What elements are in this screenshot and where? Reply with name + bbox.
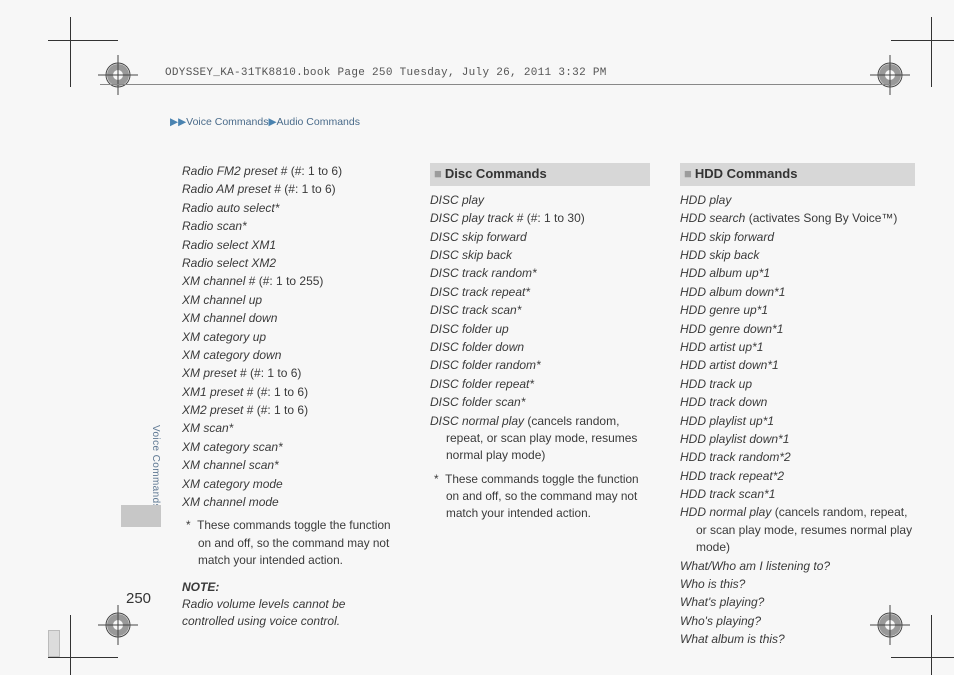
side-section-label: Voice Commands: [150, 425, 161, 509]
command-list: DISC playDISC play track # (#: 1 to 30) D…: [430, 192, 650, 465]
command-item: What's playing?: [680, 594, 915, 611]
header-rule: [100, 84, 890, 85]
command-item: XM channel up: [182, 292, 400, 309]
page-number: 250: [126, 590, 151, 607]
command-item: Radio FM2 preset # (#: 1 to 6): [182, 163, 400, 180]
command-item: HDD play: [680, 192, 915, 209]
footnote: * These commands toggle the function on …: [182, 517, 400, 568]
document-page: ODYSSEY_KA-31TK8810.book Page 250 Tuesda…: [0, 0, 954, 675]
breadcrumb-item: Voice Commands: [186, 116, 268, 128]
command-item: Radio select XM2: [182, 255, 400, 272]
section-heading: ■Disc Commands: [430, 163, 650, 186]
command-item: XM category down: [182, 347, 400, 364]
command-item: Radio AM preset # (#: 1 to 6): [182, 181, 400, 198]
command-item: Who is this?: [680, 576, 915, 593]
command-item: XM channel mode: [182, 494, 400, 511]
breadcrumb: ▶▶Voice Commands▶Audio Commands: [170, 116, 360, 128]
command-item: DISC skip forward: [430, 229, 650, 246]
command-item: Who's playing?: [680, 613, 915, 630]
registration-mark-icon: [98, 605, 138, 645]
command-item: HDD genre up*1: [680, 302, 915, 319]
command-item: DISC track random*: [430, 265, 650, 282]
command-item: DISC skip back: [430, 247, 650, 264]
crop-line: [891, 657, 954, 658]
content-columns: Radio FM2 preset # (#: 1 to 6)Radio AM p…: [182, 163, 915, 650]
command-item: DISC folder repeat*: [430, 376, 650, 393]
command-item: HDD playlist down*1: [680, 431, 915, 448]
command-item: HDD album up*1: [680, 265, 915, 282]
command-item: XM category mode: [182, 476, 400, 493]
column-hdd-commands: ■HDD Commands HDD playHDD search (activa…: [680, 163, 915, 650]
command-item: HDD artist down*1: [680, 357, 915, 374]
command-item: HDD skip back: [680, 247, 915, 264]
command-item: DISC play track # (#: 1 to 30): [430, 210, 650, 227]
command-item: HDD track down: [680, 394, 915, 411]
command-item: DISC folder scan*: [430, 394, 650, 411]
command-item: HDD normal play (cancels random, repeat,…: [680, 504, 915, 556]
crop-line: [70, 615, 71, 675]
command-item: HDD track scan*1: [680, 486, 915, 503]
crop-line: [931, 615, 932, 675]
command-item: XM1 preset # (#: 1 to 6): [182, 384, 400, 401]
triangle-icon: ▶▶: [170, 116, 186, 128]
command-item: HDD album down*1: [680, 284, 915, 301]
command-item: HDD track up: [680, 376, 915, 393]
crop-line: [70, 17, 71, 87]
command-item: Radio scan*: [182, 218, 400, 235]
crop-line: [891, 40, 954, 41]
command-item: What/Who am I listening to?: [680, 558, 915, 575]
command-item: DISC folder random*: [430, 357, 650, 374]
command-item: XM channel scan*: [182, 457, 400, 474]
command-item: DISC track repeat*: [430, 284, 650, 301]
command-item: XM category up: [182, 329, 400, 346]
command-item: Radio auto select*: [182, 200, 400, 217]
crop-line: [931, 17, 932, 87]
command-item: Radio select XM1: [182, 237, 400, 254]
registration-mark-icon: [98, 55, 138, 95]
command-item: HDD skip forward: [680, 229, 915, 246]
triangle-icon: ▶: [268, 116, 276, 128]
command-item: HDD track random*2: [680, 449, 915, 466]
registration-mark-icon: [870, 55, 910, 95]
square-bullet-icon: ■: [434, 166, 442, 181]
command-item: XM2 preset # (#: 1 to 6): [182, 402, 400, 419]
note-heading: NOTE:: [182, 579, 400, 596]
command-item: XM channel # (#: 1 to 255): [182, 273, 400, 290]
command-item: DISC play: [430, 192, 650, 209]
command-item: XM preset # (#: 1 to 6): [182, 365, 400, 382]
command-list: HDD playHDD search (activates Song By Vo…: [680, 192, 915, 649]
command-item: HDD playlist up*1: [680, 413, 915, 430]
command-item: What album is this?: [680, 631, 915, 648]
square-bullet-icon: ■: [684, 166, 692, 181]
command-item: HDD genre down*1: [680, 321, 915, 338]
column-disc-commands: ■Disc Commands DISC playDISC play track …: [430, 163, 650, 650]
column-radio-commands: Radio FM2 preset # (#: 1 to 6)Radio AM p…: [182, 163, 400, 650]
command-item: HDD track repeat*2: [680, 468, 915, 485]
section-heading: ■HDD Commands: [680, 163, 915, 186]
command-item: XM scan*: [182, 420, 400, 437]
command-item: DISC folder up: [430, 321, 650, 338]
command-item: XM channel down: [182, 310, 400, 327]
command-item: HDD artist up*1: [680, 339, 915, 356]
footnote: * These commands toggle the function on …: [430, 471, 650, 522]
command-list: Radio FM2 preset # (#: 1 to 6)Radio AM p…: [182, 163, 400, 511]
command-item: XM category scan*: [182, 439, 400, 456]
note-body: Radio volume levels cannot be controlled…: [182, 596, 400, 631]
side-index-tab: [121, 505, 161, 527]
breadcrumb-item: Audio Commands: [277, 116, 360, 128]
command-item: HDD search (activates Song By Voice™): [680, 210, 915, 227]
command-item: DISC folder down: [430, 339, 650, 356]
print-header-line: ODYSSEY_KA-31TK8810.book Page 250 Tuesda…: [165, 67, 607, 79]
command-item: DISC track scan*: [430, 302, 650, 319]
corner-tab-icon: [48, 630, 60, 657]
command-item: DISC normal play (cancels random, repeat…: [430, 413, 650, 465]
crop-line: [48, 40, 118, 41]
